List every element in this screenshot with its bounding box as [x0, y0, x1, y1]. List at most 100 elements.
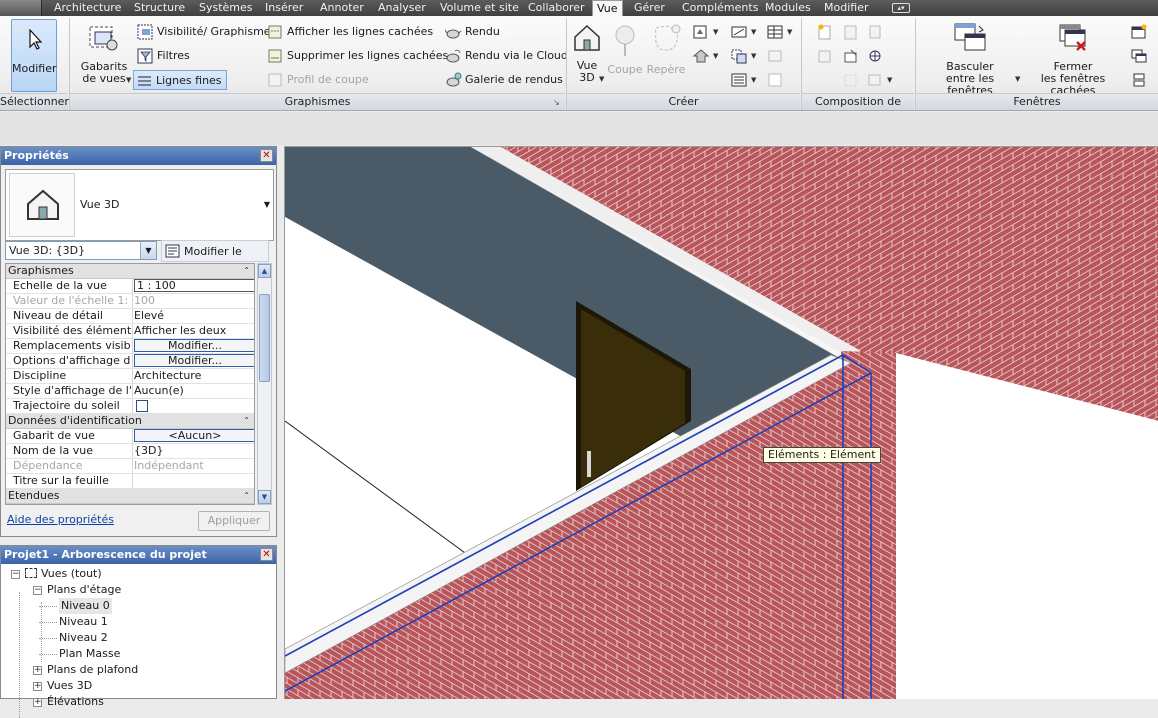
property-value-cell[interactable]: Modifier... — [132, 339, 254, 353]
modify-button[interactable]: Modifier — [11, 19, 57, 92]
visibility-graphics-button[interactable]: Visibilité/ Graphismes — [137, 22, 276, 42]
tree-item[interactable]: Plans de plafond — [47, 662, 138, 678]
expand-icon[interactable]: + — [33, 666, 42, 675]
tree-item[interactable]: Vues (tout) — [25, 566, 102, 582]
instance-filter-select[interactable]: Vue 3D: {3D} ▼ — [5, 241, 157, 260]
property-value[interactable]: Elevé — [134, 309, 164, 322]
revisions-icon[interactable] — [866, 24, 884, 40]
tab-volume-et-site[interactable]: Volume et site — [440, 0, 519, 16]
scroll-up-icon[interactable]: ▲ — [258, 264, 271, 278]
3d-viewport[interactable]: Eléments : Elément — [284, 146, 1158, 699]
property-value-cell[interactable]: Indépendant — [132, 459, 254, 473]
ribbon-minimize-toggle[interactable]: ▴▾ — [892, 3, 910, 13]
elevation-icon[interactable] — [692, 24, 710, 40]
tab-collaborer[interactable]: Collaborer — [528, 0, 585, 16]
place-view-icon[interactable] — [816, 48, 834, 64]
property-value[interactable]: Aucun(e) — [134, 384, 184, 397]
show-hidden-lines-button[interactable]: Afficher les lignes cachées — [267, 22, 433, 42]
plan-views-icon[interactable] — [692, 48, 710, 64]
cascade-windows-icon[interactable] — [1130, 48, 1148, 64]
sheet-icon[interactable] — [766, 72, 784, 88]
thin-lines-button[interactable]: Lignes fines — [133, 70, 227, 90]
tree-item[interactable]: Niveau 0 — [59, 598, 112, 614]
remove-hidden-lines-button[interactable]: Supprimer les lignes cachées — [267, 46, 448, 66]
tab-structure[interactable]: Structure — [134, 0, 185, 16]
new-sheet-icon[interactable] — [816, 24, 834, 40]
project-browser-close-button[interactable]: ✕ — [260, 548, 273, 561]
tab-analyser[interactable]: Analyser — [378, 0, 426, 16]
scroll-down-icon[interactable]: ▼ — [258, 490, 271, 504]
expand-icon[interactable]: + — [33, 698, 42, 707]
collapse-icon[interactable]: − — [33, 586, 42, 595]
tree-item[interactable]: Plan Masse — [59, 646, 120, 662]
edit-type-button[interactable]: Modifier le type — [161, 240, 269, 279]
property-value-cell[interactable]: Architecture — [132, 369, 254, 383]
property-edit-button[interactable]: Modifier... — [134, 339, 254, 352]
property-value-cell[interactable]: 100 — [132, 294, 254, 308]
property-edit-button[interactable]: <Aucun> — [134, 429, 254, 442]
render-button[interactable]: Rendu — [445, 22, 500, 42]
tab-syst-mes[interactable]: Systèmes — [199, 0, 253, 16]
scroll-thumb[interactable] — [259, 294, 270, 382]
tree-item[interactable]: Niveau 1 — [59, 614, 108, 630]
schedules-icon[interactable] — [766, 24, 784, 40]
property-value-cell[interactable] — [132, 504, 254, 505]
matchline-icon[interactable] — [866, 48, 884, 64]
view-reference-icon[interactable] — [842, 72, 860, 88]
property-value[interactable]: Afficher les deux — [134, 324, 226, 337]
tree-item[interactable]: Vues 3D — [47, 678, 92, 694]
collapse-icon[interactable]: ⌃ — [243, 264, 250, 278]
collapse-icon[interactable]: − — [11, 570, 20, 579]
application-menu-button[interactable] — [0, 0, 42, 16]
guide-grid-icon[interactable] — [842, 48, 860, 64]
property-value-cell[interactable]: Aucun(e) — [132, 384, 254, 398]
viewports-icon[interactable] — [866, 72, 884, 88]
tab-modules[interactable]: Modules — [765, 0, 811, 16]
property-group-header[interactable]: Graphismes ⌃ — [6, 264, 254, 279]
type-selector[interactable]: Vue 3D ▼ — [5, 169, 274, 241]
panel-dialog-launcher-icon[interactable]: ↘ — [553, 98, 560, 107]
property-value-cell[interactable]: <Aucun> — [132, 429, 254, 443]
property-value[interactable]: Architecture — [134, 369, 201, 382]
tab-compl-ments[interactable]: Compléments — [682, 0, 758, 16]
property-value-cell[interactable]: Modifier... — [132, 354, 254, 368]
tab-modifier[interactable]: Modifier — [824, 0, 868, 16]
tab-ins-rer[interactable]: Insérer — [265, 0, 303, 16]
view-templates-button[interactable]: Gabarits de vues ▼ — [78, 21, 131, 91]
properties-close-button[interactable]: ✕ — [260, 149, 273, 162]
expand-icon[interactable]: + — [33, 682, 42, 691]
model-canvas[interactable] — [285, 147, 1158, 699]
filters-button[interactable]: Filtres — [137, 46, 190, 66]
property-checkbox[interactable] — [136, 400, 148, 412]
property-group-header[interactable]: Etendues ⌃ — [6, 489, 254, 504]
property-value[interactable]: {3D} — [134, 444, 163, 457]
tree-item[interactable]: Élévations — [47, 694, 104, 710]
property-value-cell[interactable] — [132, 474, 254, 488]
properties-help-link[interactable]: Aide des propriétés — [7, 513, 114, 526]
property-value-cell[interactable] — [132, 399, 254, 413]
property-group-header[interactable]: Données d'identification ⌃ — [6, 414, 254, 429]
tree-item[interactable]: Niveau 2 — [59, 630, 108, 646]
apply-button[interactable]: Appliquer — [198, 511, 270, 531]
collapse-icon[interactable]: ⌃ — [243, 489, 250, 503]
replicate-window-icon[interactable] — [1130, 24, 1148, 40]
drafting-view-icon[interactable] — [730, 24, 748, 40]
tab-architecture[interactable]: Architecture — [54, 0, 121, 16]
close-hidden-windows-button[interactable]: Fermer les fenêtres cachées — [1022, 21, 1124, 97]
property-value-cell[interactable]: 1 : 100 — [132, 279, 254, 293]
title-block-icon[interactable] — [842, 24, 860, 40]
cut-profile-button[interactable]: Profil de coupe — [267, 70, 369, 90]
tab-g-rer[interactable]: Gérer — [634, 0, 665, 16]
tree-item[interactable]: Plans d'étage — [47, 582, 121, 598]
section-button[interactable]: Coupe — [607, 21, 643, 91]
property-input[interactable]: 1 : 100 — [134, 279, 254, 292]
tile-windows-icon[interactable] — [1130, 72, 1148, 88]
tab-vue[interactable]: Vue — [592, 0, 623, 16]
collapse-icon[interactable]: ⌃ — [243, 414, 250, 428]
callout-button[interactable]: Repère — [646, 21, 686, 91]
render-gallery-button[interactable]: Galerie de rendus — [445, 70, 563, 90]
switch-windows-button[interactable]: Basculer entre les fenêtres ▼ — [922, 21, 1020, 97]
properties-scrollbar[interactable]: ▲ ▼ — [257, 263, 272, 505]
default-3d-view-button[interactable]: Vue 3D ▼ — [570, 21, 604, 91]
cloud-render-button[interactable]: Rendu via le Cloud — [445, 46, 568, 66]
